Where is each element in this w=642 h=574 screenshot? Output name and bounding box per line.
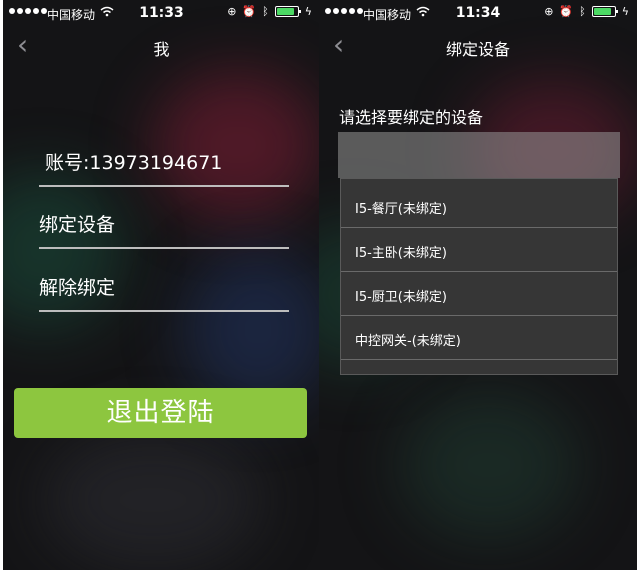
- battery-icon: [274, 6, 301, 17]
- nav-bar: ‹ 我: [3, 26, 320, 66]
- device-option-label: I5-厨卫(未绑定): [355, 290, 447, 305]
- status-icons: ⊕ ⏰ ᛒ ϟ: [227, 5, 312, 18]
- alarm-icon: ⏰: [242, 5, 257, 18]
- page-title: 绑定设备: [445, 40, 510, 59]
- alarm-icon: ⏰: [559, 5, 574, 18]
- screenshot-stage: 中国移动 11:33 ⊕ ⏰ ᛒ ϟ ‹ 我 账号:13973194671 绑定…: [0, 0, 642, 574]
- device-option[interactable]: I5-餐厅(未绑定): [341, 184, 617, 228]
- device-option-label: I5-主卧(未绑定): [355, 246, 447, 261]
- nav-bar: ‹ 绑定设备: [319, 26, 637, 66]
- device-option[interactable]: 中控网关-(未绑定): [341, 316, 617, 360]
- bluetooth-icon: ᛒ: [579, 5, 586, 18]
- phone-screen-me: 中国移动 11:33 ⊕ ⏰ ᛒ ϟ ‹ 我 账号:13973194671 绑定…: [3, 0, 320, 570]
- bind-device-label: 绑定设备: [39, 214, 116, 236]
- device-dropdown: I5-餐厅(未绑定) I5-主卧(未绑定) I5-厨卫(未绑定) 中控网关-(未…: [340, 178, 618, 375]
- device-option[interactable]: I5-主卧(未绑定): [341, 228, 617, 272]
- charging-icon: ϟ: [304, 5, 312, 18]
- orientation-lock-icon: ⊕: [544, 5, 554, 18]
- account-label: 账号:13973194671: [45, 152, 223, 174]
- device-option[interactable]: I5-厨卫(未绑定): [341, 272, 617, 316]
- select-device-prompt: 请选择要绑定的设备: [339, 108, 484, 127]
- device-select[interactable]: [338, 132, 620, 178]
- phone-screen-bind-device: 中国移动 11:34 ⊕ ⏰ ᛒ ϟ ‹ 绑定设备 请选择要绑定的设备 I5-餐…: [319, 0, 637, 570]
- status-icons: ⊕ ⏰ ᛒ ϟ: [544, 5, 629, 18]
- logout-button[interactable]: 退出登陆: [14, 388, 307, 438]
- battery-icon: [591, 6, 618, 17]
- unbind-label: 解除绑定: [39, 277, 116, 299]
- charging-icon: ϟ: [621, 5, 629, 18]
- orientation-lock-icon: ⊕: [227, 5, 237, 18]
- device-option-label: 中控网关-(未绑定): [355, 334, 461, 349]
- bind-device-row[interactable]: 绑定设备: [39, 195, 289, 249]
- page-title: 我: [153, 40, 170, 59]
- status-bar: 中国移动 11:34 ⊕ ⏰ ᛒ ϟ: [319, 0, 637, 26]
- device-option-label: I5-餐厅(未绑定): [355, 202, 447, 217]
- status-bar: 中国移动 11:33 ⊕ ⏰ ᛒ ϟ: [3, 0, 320, 26]
- bluetooth-icon: ᛒ: [262, 5, 269, 18]
- unbind-row[interactable]: 解除绑定: [39, 257, 289, 312]
- account-row: 账号:13973194671: [39, 135, 289, 187]
